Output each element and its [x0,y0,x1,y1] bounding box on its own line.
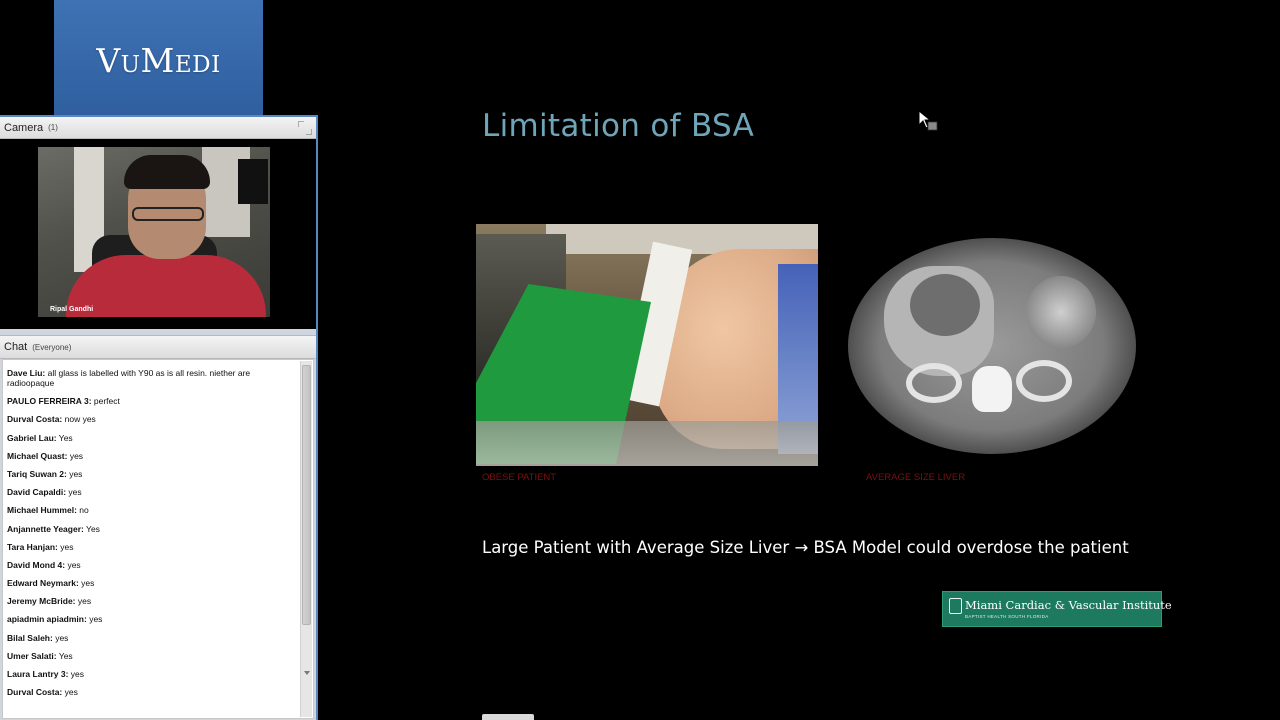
chat-sender: Laura Lantry 3: [7,669,69,679]
chat-text: now yes [62,414,96,425]
slide-body-text: Large Patient with Average Size Liver → … [482,538,1129,557]
chat-sender: PAULO FERREIRA 3: [7,396,92,407]
chat-message: Bilal Saleh: yes [7,633,295,643]
caption-obese-patient: OBESE PATIENT [482,472,557,483]
chat-sender: Tara Hanjan: [7,541,58,552]
chat-sender: Jeremy McBride: [7,596,76,607]
chat-text: yes [68,669,84,679]
chat-sender: Edward Neymark: [7,578,79,589]
institute-sub: BAPTIST HEALTH SOUTH FLORIDA [965,614,1049,619]
chat-message: Durval Costa: now yes [7,414,295,424]
chat-text: yes [65,559,81,570]
chat-message: Laura Lantry 3: yes [7,669,295,679]
chat-sender: Umer Salati: [7,650,57,661]
chat-message: Tara Hanjan: yes [7,542,295,552]
chat-text: Yes [56,432,73,443]
chat-message: David Mond 4: yes [7,560,295,570]
chat-text: Yes [83,523,100,534]
chat-sender: David Mond 4: [7,559,66,570]
chat-text: Yes [56,650,73,661]
chat-message: Edward Neymark: yes [7,578,295,588]
chat-text: yes [75,596,92,607]
chat-pod-scope: (Everyone) [32,342,72,352]
mouse-cursor-icon [918,110,938,131]
logo-text: VuMedi [96,41,221,80]
chat-sender: Michael Quast: [7,450,68,461]
chat-sender: Tariq Suwan 2: [7,468,67,479]
chat-text: yes [86,614,103,625]
chat-text: no [76,505,89,516]
chat-sender: Durval Costa: [7,414,63,425]
camera-pod-header: Camera (1) [0,115,316,139]
chat-text: yes [67,450,84,461]
institute-logo: Miami Cardiac & Vascular Institute BAPTI… [942,591,1172,627]
chat-message: apiadmin apiadmin: yes [7,614,295,624]
institute-emblem-icon [949,598,962,614]
vumedi-logo: VuMedi [54,0,263,115]
bottom-tab[interactable] [482,714,534,720]
chat-message: Tariq Suwan 2: yes [7,469,295,479]
participant-name: Ripal Gandhi [50,306,94,313]
chat-text: yes [52,632,69,643]
chat-message: Durval Costa: yes [7,687,295,697]
chat-message: Anjannette Yeager: Yes [7,524,295,534]
institute-name: Miami Cardiac & Vascular Institute [965,598,1172,612]
left-panel: Camera (1) Ripal Gandhi Chat (Everyone) … [0,115,318,720]
chat-message: PAULO FERREIRA 3: perfect [7,396,295,406]
expand-icon[interactable] [298,120,312,135]
chat-pod-title: Chat [4,341,28,353]
chat-body: Dave Liu: all glass is labelled with Y90… [2,359,314,719]
chat-text: yes [66,487,82,498]
chat-message: Michael Hummel: no [7,505,295,515]
chat-text: yes [66,468,83,479]
chat-sender: Anjannette Yeager: [7,523,84,534]
chat-message: Gabriel Lau: Yes [7,433,295,443]
scroll-down-icon[interactable] [304,671,310,675]
camera-pod-count: (1) [48,123,58,132]
chat-message-list: Dave Liu: all glass is labelled with Y90… [3,360,313,697]
chat-message: David Capaldi: yes [7,487,295,497]
chat-sender: Gabriel Lau: [7,432,57,443]
slide-title: Limitation of BSA [482,108,755,144]
chat-sender: Durval Costa: [7,687,63,698]
obese-patient-photo [476,224,818,466]
chat-text: perfect [91,396,120,407]
chat-message: Dave Liu: all glass is labelled with Y90… [7,368,295,388]
chat-message: Michael Quast: yes [7,451,295,461]
chat-sender: apiadmin apiadmin: [7,614,87,625]
chat-sender: Michael Hummel: [7,505,77,516]
chat-sender: Dave Liu: [7,368,46,378]
chat-text: yes [78,578,95,589]
chat-text: yes [57,541,74,552]
chat-scroll-thumb[interactable] [302,365,311,625]
chat-scrollbar[interactable] [300,361,312,717]
chat-sender: David Capaldi: [7,487,67,498]
caption-average-liver: AVERAGE SIZE LIVER [866,472,966,483]
ct-scan-image [848,238,1136,454]
chat-text: yes [62,687,78,698]
webcam-video: Ripal Gandhi [38,147,270,317]
chat-pod-header: Chat (Everyone) [0,335,316,359]
chat-message: Umer Salati: Yes [7,651,295,661]
camera-pod-title: Camera [4,121,44,134]
camera-body: Ripal Gandhi [0,139,316,329]
chat-message: Jeremy McBride: yes [7,596,295,606]
chat-sender: Bilal Saleh: [7,632,53,643]
